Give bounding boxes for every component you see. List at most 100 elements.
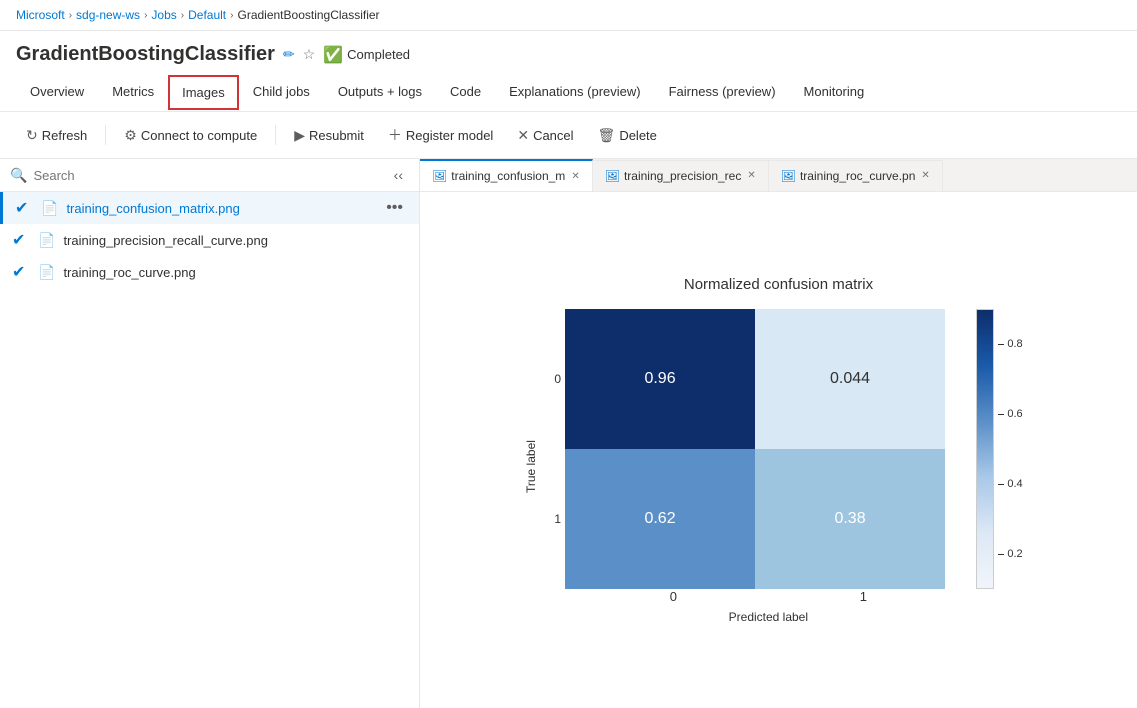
image-tab-label-0: training_confusion_m <box>451 169 565 183</box>
register-label: Register model <box>406 128 493 143</box>
search-input[interactable] <box>33 168 381 183</box>
tab-fairness[interactable]: Fairness (preview) <box>655 74 790 111</box>
bc-sep-4: › <box>230 10 233 21</box>
chart-container: Normalized confusion matrix True label 0… <box>520 276 1036 624</box>
tab-overview[interactable]: Overview <box>16 74 98 111</box>
resubmit-button[interactable]: ▶ Resubmit <box>284 122 374 149</box>
chart-title: Normalized confusion matrix <box>520 276 1036 293</box>
delete-label: Delete <box>619 128 657 143</box>
tab-code[interactable]: Code <box>436 74 495 111</box>
check-icon-2: ✔ <box>12 262 30 282</box>
star-icon[interactable]: ☆ <box>303 46 316 63</box>
cell-value-01: 0.044 <box>830 370 870 388</box>
connect-to-compute-button[interactable]: ⚙ Connect to compute <box>114 122 267 149</box>
y-axis-label: True label <box>520 309 542 624</box>
bc-sep-3: › <box>181 10 184 21</box>
page-header: GradientBoostingClassifier ✏ ☆ ✅ Complet… <box>0 31 1137 74</box>
color-scale-bar: 0.8 0.6 0.4 <box>976 309 1022 624</box>
tick-line-2 <box>998 484 1004 485</box>
more-options-button-0[interactable]: ••• <box>382 199 407 217</box>
search-bar: 🔍 ‹‹ <box>0 159 419 192</box>
cell-value-10: 0.62 <box>644 510 675 528</box>
row-label-0: 0 <box>554 309 561 449</box>
toolbar-sep-2 <box>275 125 276 145</box>
tick-label-2: 0.4 <box>1007 478 1022 490</box>
file-item-1[interactable]: ✔ 📄 training_precision_recall_curve.png <box>0 224 419 256</box>
register-model-button[interactable]: ＋ Register model <box>378 120 503 150</box>
toolbar: ↻ Refresh ⚙ Connect to compute ▶ Resubmi… <box>0 112 1137 159</box>
breadcrumb: Microsoft › sdg-new-ws › Jobs › Default … <box>0 0 1137 31</box>
scale-tick-0.6: 0.6 <box>998 408 1022 420</box>
breadcrumb-current: GradientBoostingClassifier <box>237 8 379 22</box>
right-panel: 🖼 training_confusion_m ✕ 🖼 training_prec… <box>420 159 1137 708</box>
collapse-panel-button[interactable]: ‹‹ <box>388 165 409 185</box>
image-tab-2[interactable]: 🖼 training_roc_curve.pn ✕ <box>769 160 943 191</box>
image-tabs: 🖼 training_confusion_m ✕ 🖼 training_prec… <box>420 159 1137 192</box>
file-icon-2: 📄 <box>38 264 55 281</box>
image-tab-1[interactable]: 🖼 training_precision_rec ✕ <box>593 160 769 191</box>
image-tab-icon-0: 🖼 <box>432 169 447 183</box>
cancel-icon: ✕ <box>517 127 529 144</box>
image-tab-close-2[interactable]: ✕ <box>921 170 929 181</box>
scale-gradient <box>976 309 994 589</box>
image-tab-close-1[interactable]: ✕ <box>747 170 755 181</box>
cancel-label: Cancel <box>533 128 573 143</box>
tab-monitoring[interactable]: Monitoring <box>790 74 879 111</box>
connect-icon: ⚙ <box>124 127 137 144</box>
resubmit-label: Resubmit <box>309 128 364 143</box>
image-tab-close-0[interactable]: ✕ <box>571 171 579 182</box>
image-tab-0[interactable]: 🖼 training_confusion_m ✕ <box>420 159 593 191</box>
cell-value-00: 0.96 <box>644 370 675 388</box>
row-labels: 0 1 <box>554 309 565 589</box>
delete-button[interactable]: 🗑 Delete <box>588 122 667 149</box>
tick-label-3: 0.2 <box>1007 548 1022 560</box>
edit-icon[interactable]: ✏ <box>283 46 295 63</box>
file-name-1: training_precision_recall_curve.png <box>63 233 407 248</box>
register-icon: ＋ <box>388 125 402 145</box>
status-check-icon: ✅ <box>323 45 343 65</box>
matrix-grid: 0.96 0.044 0.62 <box>565 309 945 589</box>
tick-line-1 <box>998 414 1004 415</box>
file-item-2[interactable]: ✔ 📄 training_roc_curve.png <box>0 256 419 288</box>
file-name-2: training_roc_curve.png <box>63 265 407 280</box>
delete-icon: 🗑 <box>598 127 616 144</box>
x-label-0: 0 <box>578 589 768 604</box>
tab-images[interactable]: Images <box>168 75 239 110</box>
file-icon-0: 📄 <box>41 200 58 217</box>
scale-ticks: 0.8 0.6 0.4 <box>998 309 1022 589</box>
file-name-0[interactable]: training_confusion_matrix.png <box>66 201 374 216</box>
resubmit-icon: ▶ <box>294 127 305 144</box>
tab-explanations[interactable]: Explanations (preview) <box>495 74 655 111</box>
toolbar-sep-1 <box>105 125 106 145</box>
breadcrumb-workspace[interactable]: sdg-new-ws <box>76 8 140 22</box>
refresh-icon: ↻ <box>26 127 38 144</box>
breadcrumb-jobs[interactable]: Jobs <box>151 8 176 22</box>
scale-tick-0.8: 0.8 <box>998 338 1022 350</box>
x-axis-label: Predicted label <box>578 610 958 624</box>
bc-sep-1: › <box>69 10 72 21</box>
breadcrumb-default[interactable]: Default <box>188 8 226 22</box>
matrix-cell-00: 0.96 <box>565 309 755 449</box>
check-icon-1: ✔ <box>12 230 30 250</box>
breadcrumb-microsoft[interactable]: Microsoft <box>16 8 65 22</box>
matrix-cell-01: 0.044 <box>755 309 945 449</box>
refresh-button[interactable]: ↻ Refresh <box>16 122 97 149</box>
image-tab-icon-2: 🖼 <box>781 169 796 183</box>
matrix-cell-10: 0.62 <box>565 449 755 589</box>
tick-line-3 <box>998 554 1004 555</box>
tab-bar: Overview Metrics Images Child jobs Outpu… <box>0 74 1137 112</box>
x-label-1: 1 <box>768 589 958 604</box>
tab-outputs-logs[interactable]: Outputs + logs <box>324 74 436 111</box>
cancel-button[interactable]: ✕ Cancel <box>507 122 583 149</box>
left-panel: 🔍 ‹‹ ✔ 📄 training_confusion_matrix.png •… <box>0 159 420 708</box>
image-tab-label-2: training_roc_curve.pn <box>800 169 915 183</box>
tab-child-jobs[interactable]: Child jobs <box>239 74 324 111</box>
check-icon-0: ✔ <box>15 198 33 218</box>
image-tab-label-1: training_precision_rec <box>624 169 741 183</box>
file-item-0[interactable]: ✔ 📄 training_confusion_matrix.png ••• <box>0 192 419 224</box>
search-icon: 🔍 <box>10 167 27 184</box>
tab-metrics[interactable]: Metrics <box>98 74 168 111</box>
connect-label: Connect to compute <box>141 128 257 143</box>
confusion-matrix-wrapper: True label 0 1 <box>520 309 1036 624</box>
status-text: Completed <box>347 47 410 62</box>
